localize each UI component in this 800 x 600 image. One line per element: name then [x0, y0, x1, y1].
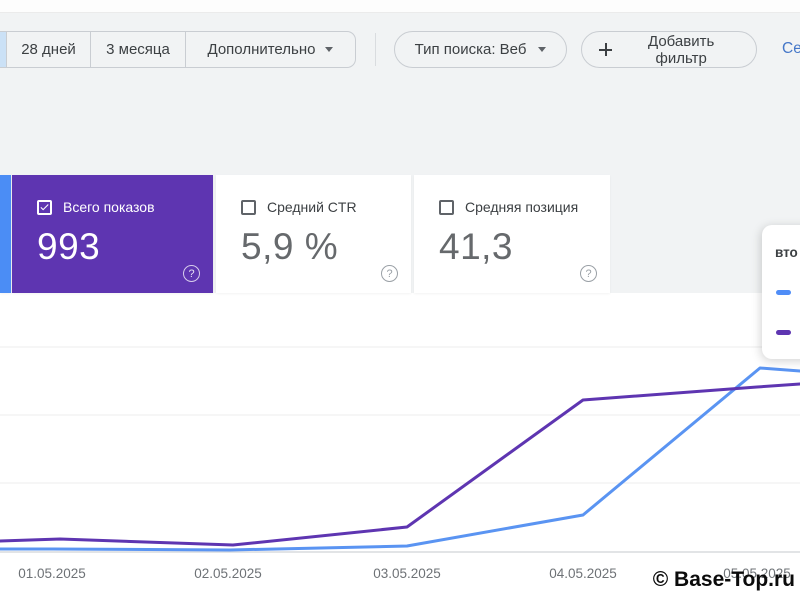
purple-series-legend-dash — [776, 330, 791, 335]
tooltip-date-partial: вто — [775, 245, 800, 260]
x-axis-label: 02.05.2025 — [194, 566, 262, 581]
x-axis-label: 01.05.2025 — [18, 566, 86, 581]
watermark: © Base-Top.ru — [653, 568, 795, 592]
purple-series-line — [0, 384, 800, 545]
x-axis-label: 04.05.2025 — [549, 566, 617, 581]
search-console-performance-page: 28 дней 3 месяца Дополнительно Тип поиск… — [0, 0, 800, 600]
blue-series-legend-dash — [776, 290, 791, 295]
x-axis-label: 03.05.2025 — [373, 566, 441, 581]
chart-tooltip: вто — [762, 225, 800, 359]
performance-line-chart[interactable] — [0, 0, 800, 600]
blue-series-line — [0, 368, 800, 550]
